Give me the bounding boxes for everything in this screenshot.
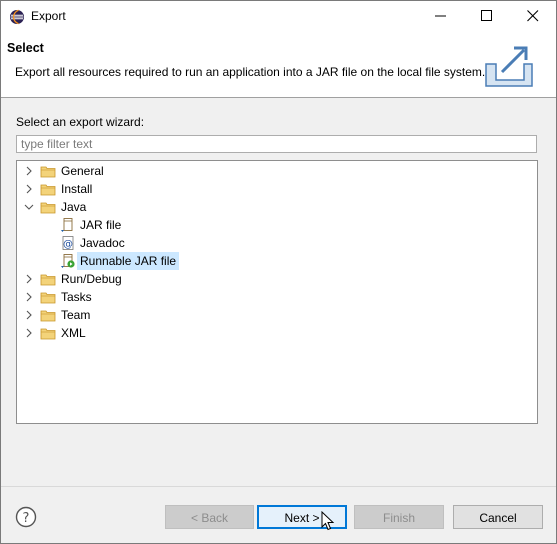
tree-item-install[interactable]: Install (17, 180, 217, 198)
tree-item-jar-file[interactable]: JAR file (17, 216, 217, 234)
tree-item-label: Javadoc (80, 236, 125, 250)
folder-icon (40, 328, 56, 340)
tree-item-javadoc[interactable]: @ Javadoc (17, 234, 217, 252)
minimize-button[interactable] (418, 1, 464, 32)
jar-file-icon (61, 218, 73, 232)
folder-icon (40, 274, 56, 286)
close-icon (527, 10, 539, 22)
help-icon[interactable]: ? (15, 506, 37, 528)
tree-item-java[interactable]: Java (17, 198, 217, 216)
folder-icon (40, 166, 56, 178)
tree-item-label: JAR file (80, 218, 122, 232)
runnable-jar-icon (61, 254, 75, 268)
chevron-right-icon[interactable] (24, 166, 34, 176)
tree-item-label: Tasks (61, 290, 92, 304)
tree-item-runnable-jar-file[interactable]: Runnable JAR file (17, 252, 217, 270)
wizard-list-label: Select an export wizard: (16, 115, 145, 129)
footer-divider (1, 486, 556, 487)
tree-item-team[interactable]: Team (17, 306, 217, 324)
tree-item-general[interactable]: General (17, 162, 217, 180)
javadoc-icon: @ (62, 236, 74, 250)
wizard-tree[interactable]: General Install Java JAR file @ Javadoc … (16, 160, 538, 424)
tree-item-label: XML (61, 326, 86, 340)
tree-item-label: General (61, 164, 104, 178)
folder-icon (40, 310, 56, 322)
chevron-right-icon[interactable] (24, 292, 34, 302)
tree-item-tasks[interactable]: Tasks (17, 288, 217, 306)
tree-item-label: Java (61, 200, 87, 214)
eclipse-icon (10, 9, 24, 25)
tree-item-label: Team (61, 308, 91, 322)
svg-text:?: ? (23, 511, 30, 526)
folder-icon (40, 202, 56, 214)
tree-item-label: Runnable JAR file (77, 252, 180, 270)
window-title: Export (31, 9, 66, 23)
tree-item-label: Run/Debug (61, 272, 122, 286)
svg-text:@: @ (63, 239, 73, 250)
chevron-right-icon[interactable] (24, 274, 34, 284)
back-button[interactable]: < Back (165, 505, 254, 529)
folder-icon (40, 292, 56, 304)
tree-item-label: Install (61, 182, 93, 196)
chevron-down-icon[interactable] (24, 202, 34, 212)
tree-item-xml[interactable]: XML (17, 324, 217, 342)
tree-item-run-debug[interactable]: Run/Debug (17, 270, 217, 288)
export-wizard-banner-icon (485, 46, 533, 87)
maximize-icon (481, 10, 492, 21)
minimize-icon (435, 15, 446, 17)
title-bar: Export (1, 1, 556, 32)
finish-button[interactable]: Finish (354, 505, 444, 529)
export-dialog: Export Select Export all resources requi… (0, 0, 557, 544)
chevron-right-icon[interactable] (24, 184, 34, 194)
page-title: Select (7, 41, 44, 55)
chevron-right-icon[interactable] (24, 328, 34, 338)
cancel-button[interactable]: Cancel (453, 505, 543, 529)
mouse-cursor-icon (321, 511, 335, 531)
folder-icon (40, 184, 56, 196)
wizard-header: Select Export all resources required to … (1, 32, 556, 98)
filter-input[interactable] (16, 135, 537, 153)
page-description: Export all resources required to run an … (15, 65, 486, 79)
maximize-button[interactable] (464, 1, 510, 32)
close-button[interactable] (510, 1, 556, 32)
chevron-right-icon[interactable] (24, 310, 34, 320)
